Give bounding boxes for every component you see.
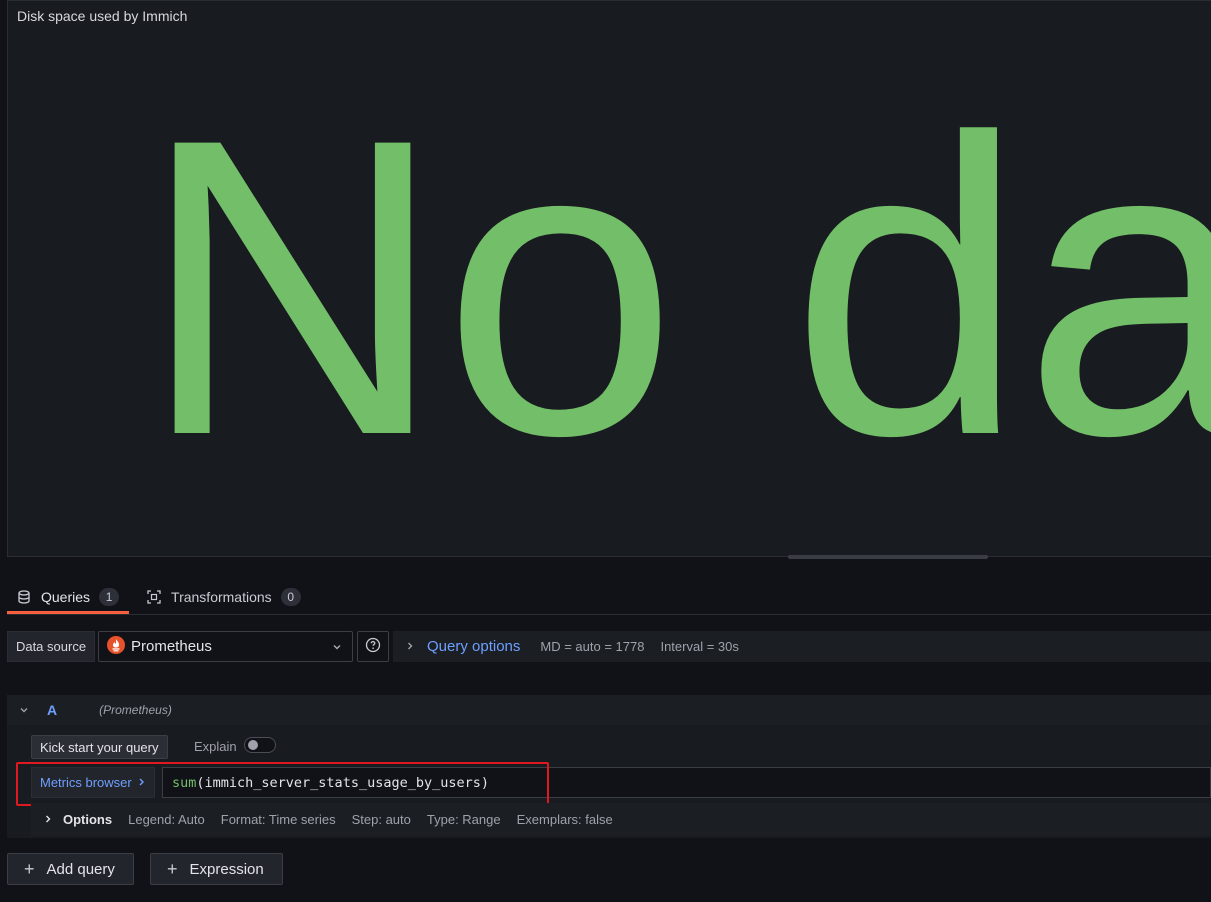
plus-icon: + [167, 858, 178, 879]
no-data-message: No da [140, 52, 1211, 523]
panel-preview: Disk space used by Immich No da [7, 0, 1211, 557]
tab-transformations-count: 0 [280, 588, 301, 606]
query-ref-id[interactable]: A [47, 702, 57, 718]
query-options-interval: Interval = 30s [660, 639, 739, 654]
datasource-selected: Prometheus [131, 638, 212, 655]
toggle-knob [248, 740, 258, 750]
query-editor-tabs: Queries 1 Transformations 0 [7, 582, 319, 614]
add-expression-label: Expression [189, 860, 264, 878]
datasource-label: Data source [7, 631, 95, 662]
add-query-label: Add query [46, 860, 115, 878]
kick-start-button[interactable]: Kick start your query [31, 735, 168, 759]
panel-title[interactable]: Disk space used by Immich [17, 8, 187, 24]
options-title: Options [63, 812, 113, 827]
prometheus-logo-icon [107, 636, 125, 657]
add-query-button[interactable]: + Add query [7, 853, 134, 885]
panel-resize-handle[interactable] [788, 555, 988, 559]
explain-toggle[interactable] [244, 737, 276, 753]
query-options-md: MD = auto = 1778 [540, 639, 645, 654]
tab-queries-label: Queries [41, 588, 91, 605]
query-row-header[interactable]: A (Prometheus) [7, 695, 1211, 725]
query-options-row[interactable]: Options Legend: Auto Format: Time series… [31, 803, 1211, 836]
help-icon [365, 637, 381, 656]
tab-transformations-label: Transformations [171, 589, 272, 605]
tab-queries[interactable]: Queries 1 [7, 582, 130, 614]
tabs-divider [7, 614, 1211, 615]
chevron-right-icon [405, 639, 415, 654]
query-datasource-name: (Prometheus) [99, 703, 172, 717]
chevron-down-icon [332, 640, 342, 655]
annotation-highlight-box [16, 762, 549, 806]
options-format: Format: Time series [220, 812, 336, 827]
chevron-down-icon[interactable] [19, 703, 29, 718]
options-step: Step: auto [351, 812, 411, 827]
options-exemplars: Exemplars: false [516, 812, 613, 827]
chevron-right-icon [43, 812, 53, 827]
transform-icon [147, 590, 161, 604]
options-legend: Legend: Auto [128, 812, 205, 827]
explain-label: Explain [194, 739, 237, 754]
datasource-picker[interactable]: Prometheus [98, 631, 353, 662]
query-options-bar[interactable]: Query options MD = auto = 1778 Interval … [393, 631, 1211, 662]
tab-queries-count: 1 [99, 587, 120, 606]
datasource-help-button[interactable] [357, 631, 389, 662]
database-icon [17, 589, 31, 604]
options-type: Type: Range [426, 812, 501, 827]
add-expression-button[interactable]: + Expression [150, 853, 283, 885]
tab-transformations[interactable]: Transformations 0 [137, 582, 311, 612]
query-options-title: Query options [427, 638, 521, 655]
plus-icon: + [24, 858, 35, 879]
